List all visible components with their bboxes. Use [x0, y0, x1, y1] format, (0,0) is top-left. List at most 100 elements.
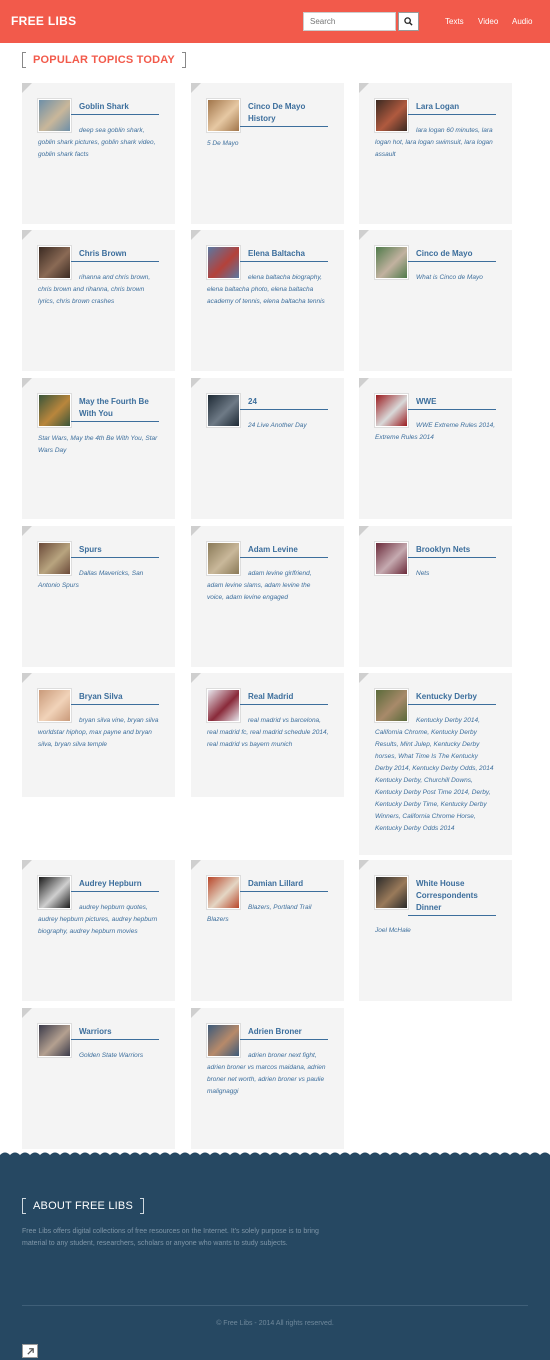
card-corner	[22, 526, 32, 536]
topic-card[interactable]: Goblin Shark deep sea goblin shark, gobli…	[22, 83, 175, 224]
card-corner	[22, 230, 32, 240]
topic-card[interactable]: Spurs Dallas Mavericks, San Antonio Spurs	[22, 526, 175, 667]
topic-title[interactable]: Adrien Broner	[248, 1026, 327, 1038]
topic-tags[interactable]: Golden State Warriors	[38, 1050, 160, 1062]
topic-card[interactable]: Bryan Silva bryan silva vine, bryan silva…	[22, 673, 175, 797]
topic-title[interactable]: Spurs	[79, 544, 158, 556]
topic-title[interactable]: Brooklyn Nets	[416, 544, 495, 556]
bracket-right	[181, 51, 186, 68]
topic-title[interactable]: Kentucky Derby	[416, 691, 495, 703]
footer-divider	[22, 1305, 528, 1306]
title-underline	[240, 409, 328, 410]
topic-card[interactable]: Real Madrid real madrid vs barcelona, rea…	[191, 673, 344, 797]
topic-tags[interactable]: audrey hepburn quotes, audrey hepburn pi…	[38, 902, 160, 938]
topic-title[interactable]: WWE	[416, 396, 495, 408]
topic-title[interactable]: White House Correspondents Dinner	[416, 878, 495, 914]
topic-card[interactable]: Adrien Broner adrien broner next fight, a…	[191, 1008, 344, 1149]
title-underline	[71, 557, 159, 558]
topic-tags[interactable]: lara logan 60 minutes, lara logan hot, l…	[375, 125, 497, 161]
topic-thumbnail[interactable]	[207, 99, 240, 132]
topic-card[interactable]: 24 24 Live Another Day	[191, 378, 344, 519]
topic-title[interactable]: Goblin Shark	[79, 101, 158, 113]
topic-tags[interactable]: What is Cinco de Mayo	[375, 272, 497, 284]
search-input[interactable]	[303, 12, 396, 31]
topic-card[interactable]: Cinco de Mayo What is Cinco de Mayo	[359, 230, 512, 371]
topic-tags[interactable]: bryan silva vine, bryan silva worldstar …	[38, 715, 160, 751]
topic-title[interactable]: Adam Levine	[248, 544, 327, 556]
topic-card[interactable]: Kentucky Derby Kentucky Derby 2014, Calif…	[359, 673, 512, 855]
title-underline	[71, 891, 159, 892]
topic-card[interactable]: Brooklyn Nets Nets	[359, 526, 512, 667]
topic-card[interactable]: Audrey Hepburn audrey hepburn quotes, aud…	[22, 860, 175, 1001]
topic-card[interactable]: May the Fourth Be With You Star Wars, May…	[22, 378, 175, 519]
card-corner	[191, 860, 201, 870]
topic-card[interactable]: White House Correspondents Dinner Joel Mc…	[359, 860, 512, 1001]
title-underline	[71, 261, 159, 262]
topic-tags[interactable]: Nets	[375, 568, 497, 580]
title-underline	[408, 915, 496, 916]
card-corner	[359, 526, 369, 536]
card-corner	[359, 378, 369, 388]
topic-tags[interactable]: Kentucky Derby 2014, California Chrome, …	[375, 715, 497, 835]
title-underline	[71, 1039, 159, 1040]
topic-title[interactable]: Warriors	[79, 1026, 158, 1038]
search-button[interactable]	[398, 12, 419, 31]
back-to-top-button[interactable]	[22, 1344, 38, 1358]
topic-title[interactable]: Lara Logan	[416, 101, 495, 113]
topic-title[interactable]: Cinco de Mayo	[416, 248, 495, 260]
nav-texts[interactable]: Texts	[445, 17, 464, 26]
card-corner	[191, 526, 201, 536]
topic-tags[interactable]: elena baltacha biography, elena baltacha…	[207, 272, 329, 308]
topic-title[interactable]: Chris Brown	[79, 248, 158, 260]
topic-card[interactable]: Elena Baltacha elena baltacha biography, …	[191, 230, 344, 371]
title-underline	[408, 409, 496, 410]
topic-title[interactable]: 24	[248, 396, 327, 408]
topic-tags[interactable]: real madrid vs barcelona, real madrid fc…	[207, 715, 329, 751]
card-corner	[22, 860, 32, 870]
nav-video[interactable]: Video	[478, 17, 498, 26]
bracket-right	[140, 1197, 144, 1214]
topic-card[interactable]: WWE WWE Extreme Rules 2014, Extreme Rules…	[359, 378, 512, 519]
topic-tags[interactable]: deep sea goblin shark, goblin shark pict…	[38, 125, 160, 161]
site-footer: ABOUT FREE LIBS Free Libs offers digital…	[0, 1152, 550, 1360]
topic-title[interactable]: Damian Lillard	[248, 878, 327, 890]
topic-title[interactable]: Cinco De Mayo History	[248, 101, 327, 125]
copyright-text: © Free Libs - 2014 All rights reserved.	[216, 1320, 334, 1327]
topic-tags[interactable]: adrien broner next fight, adrien broner …	[207, 1050, 329, 1098]
title-underline	[408, 261, 496, 262]
topic-tags[interactable]: rihanna and chris brown, chris brown and…	[38, 272, 160, 308]
card-corner	[191, 378, 201, 388]
topic-tags[interactable]: Dallas Mavericks, San Antonio Spurs	[38, 568, 160, 592]
topic-title[interactable]: Audrey Hepburn	[79, 878, 158, 890]
title-underline	[240, 891, 328, 892]
topic-card[interactable]: Chris Brown rihanna and chris brown, chri…	[22, 230, 175, 371]
topic-card[interactable]: Lara Logan lara logan 60 minutes, lara lo…	[359, 83, 512, 224]
topic-title[interactable]: Real Madrid	[248, 691, 327, 703]
topic-card[interactable]: Warriors Golden State Warriors	[22, 1008, 175, 1149]
title-underline	[240, 1039, 328, 1040]
topic-tags[interactable]: WWE Extreme Rules 2014, Extreme Rules 20…	[375, 420, 497, 444]
topic-tags[interactable]: Star Wars, May the 4th Be With You, Star…	[38, 433, 160, 457]
title-underline	[71, 421, 159, 422]
topic-title[interactable]: May the Fourth Be With You	[79, 396, 158, 420]
title-underline	[408, 114, 496, 115]
site-header: FREE LIBS Texts Video Audio	[0, 0, 550, 43]
card-corner	[191, 1008, 201, 1018]
card-corner	[22, 378, 32, 388]
topic-title[interactable]: Bryan Silva	[79, 691, 158, 703]
topic-tags[interactable]: adam levine girlfriend, adam levine slam…	[207, 568, 329, 604]
topic-title[interactable]: Elena Baltacha	[248, 248, 327, 260]
topic-thumbnail[interactable]	[375, 876, 408, 909]
topic-tags[interactable]: Blazers, Portland Trail Blazers	[207, 902, 329, 926]
topic-tags[interactable]: Joel McHale	[375, 925, 497, 937]
topic-tags[interactable]: 5 De Mayo	[207, 138, 329, 150]
topic-tags[interactable]: 24 Live Another Day	[207, 420, 329, 432]
topic-card[interactable]: Cinco De Mayo History 5 De Mayo	[191, 83, 344, 224]
title-underline	[240, 704, 328, 705]
topic-card[interactable]: Damian Lillard Blazers, Portland Trail Bl…	[191, 860, 344, 1001]
nav-audio[interactable]: Audio	[512, 17, 532, 26]
section-title: POPULAR TOPICS TODAY	[22, 51, 186, 68]
topic-card[interactable]: Adam Levine adam levine girlfriend, adam …	[191, 526, 344, 667]
site-logo[interactable]: FREE LIBS	[11, 14, 76, 28]
topic-thumbnail[interactable]	[38, 394, 71, 427]
